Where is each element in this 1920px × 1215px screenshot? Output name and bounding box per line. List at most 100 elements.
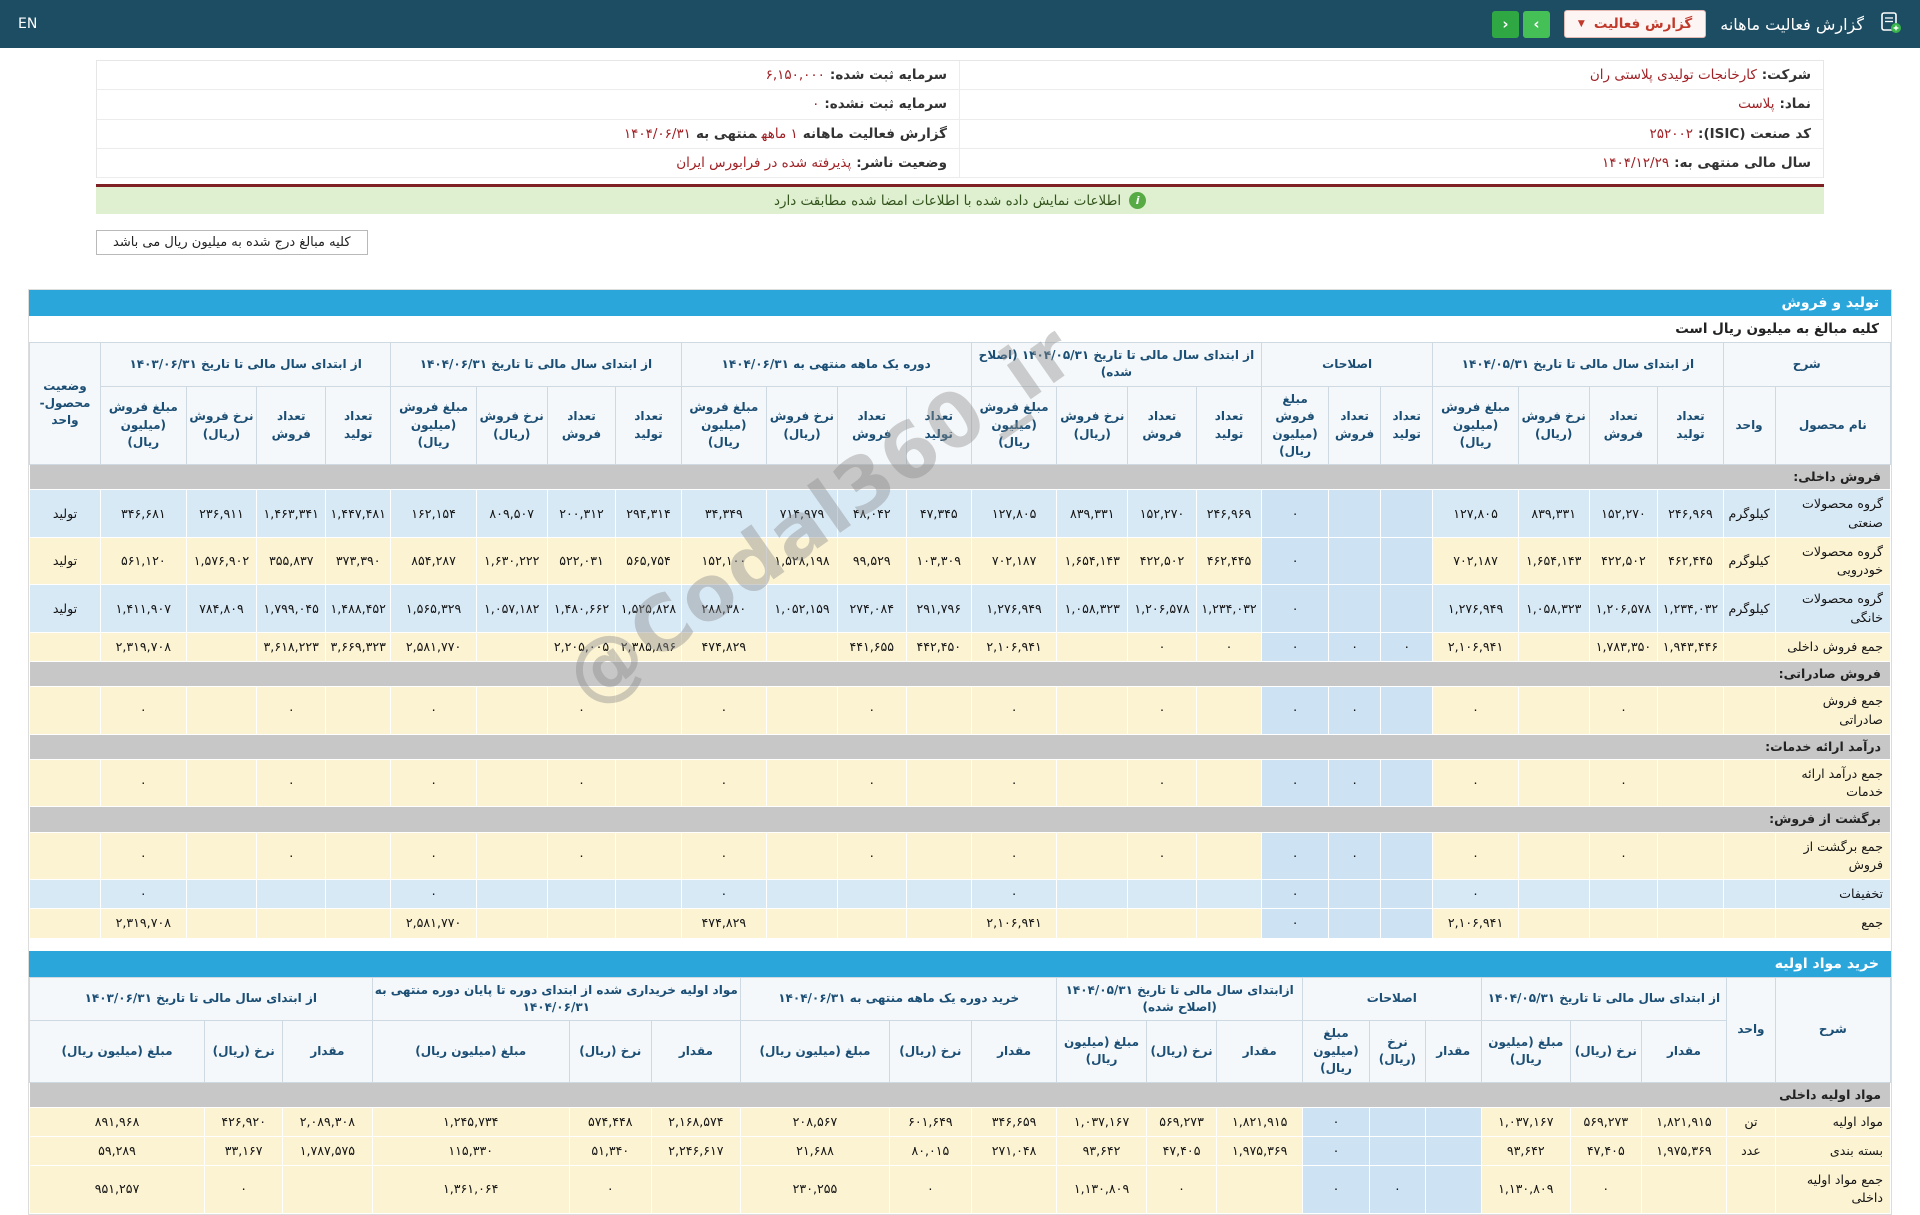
value-cell <box>1517 879 1590 910</box>
value-cell: ۱۰۳,۳۰۹ <box>905 536 972 586</box>
value-cell <box>1328 879 1382 910</box>
table-row: بسته بندی عدد ۱,۹۷۵,۳۶۹ ۴۷,۴۰۵ ۹۳,۶۴۲ ۰ ۱,۹۷۵,… <box>28 1135 1892 1167</box>
value-cell <box>256 908 327 939</box>
value-cell: ۲,۵۸۱,۷۷۰ <box>390 631 477 663</box>
value-cell: ۰ <box>1261 489 1330 538</box>
info-value: ۶,۱۵۰,۰۰۰ <box>765 67 825 83</box>
production-sales-table: شرح از ابتدای سال مالی تا تاریخ ۱۴۰۴/۰۵/۳… <box>28 341 1892 939</box>
page-title: گزارش فعالیت ماهانه <box>1720 14 1864 34</box>
info-value: پذیرفته شده در فرابورس ایران <box>676 154 852 171</box>
info-label: وضعیت ناشر: <box>856 154 947 171</box>
value-cell <box>766 879 838 910</box>
column-header: مبلغ (میلیون ریال) <box>1480 1020 1571 1083</box>
value-cell: ۰ <box>836 758 907 808</box>
unit-cell: کیلوگرم <box>1722 536 1776 586</box>
value-cell <box>1195 831 1263 881</box>
value-cell: ۰ <box>100 831 187 881</box>
raw-materials-table: شرح واحد از ابتدای سال مالی تا تاریخ ۱۴۰۴/… <box>28 976 1892 1214</box>
value-cell: ۰ <box>390 686 477 735</box>
info-cell-right: نماد:پلاست <box>960 90 1823 118</box>
value-cell <box>185 686 258 735</box>
info-value: پلاست <box>1738 96 1775 113</box>
info-label: نماد: <box>1779 96 1811 113</box>
value-cell: ۰ <box>100 758 187 808</box>
value-cell: ۰ <box>1127 758 1197 808</box>
nav-forward-button[interactable]: › <box>1522 10 1550 38</box>
value-cell: ۸۰,۰۱۵ <box>888 1135 972 1167</box>
value-cell <box>1517 686 1590 735</box>
value-cell: ۴۶۲,۴۴۵ <box>1195 536 1263 586</box>
value-cell <box>1380 879 1434 910</box>
value-cell <box>615 879 682 910</box>
nav-back-button[interactable]: ‹ <box>1491 10 1519 38</box>
value-cell <box>1056 831 1129 881</box>
row-label: تخفیفات <box>1774 879 1892 910</box>
column-header: نرخ (ریال) <box>568 1020 652 1083</box>
value-cell: ۰ <box>1432 879 1519 910</box>
section-row: مواد اولیه داخلی <box>29 1081 1891 1108</box>
table-row: تخفیفات ۰ ۰ ۰ ۰ ۰ ۰ <box>28 879 1892 910</box>
column-header: مبلغ فروش (میلیون ریال) <box>100 385 187 466</box>
info-cell-left: سرمایه ثبت نشده:۰ <box>97 90 960 119</box>
value-cell: ۴۲۶,۹۲۰ <box>204 1106 284 1137</box>
status-cell <box>28 908 102 939</box>
value-cell <box>766 831 838 881</box>
value-cell: ۰ <box>1261 686 1330 735</box>
info-value: ۰ <box>812 96 820 113</box>
value-cell: ۵۹,۲۸۹ <box>28 1135 206 1167</box>
unit-cell <box>1722 686 1776 735</box>
row-label: جمع درآمد ارائه خدمات <box>1774 758 1892 808</box>
column-header: نرخ (ریال) <box>1569 1020 1642 1083</box>
value-cell: ۰ <box>100 879 187 910</box>
info-label: سرمایه ثبت نشده: <box>824 96 947 113</box>
column-header: تعداد تولید <box>905 385 972 466</box>
table-row: جمع مواد اولیه داخلی ۰ ۱,۱۳۰,۸۰۹ ۰ ۰ ۰ ۱,۱۳۰,۸… <box>28 1165 1892 1214</box>
banner-text: اطلاعات نمایش داده شده با اطلاعات امضا ش… <box>773 192 1122 209</box>
value-cell: ۱,۴۴۷,۴۸۱ <box>325 489 392 538</box>
value-cell: ۹۳,۶۴۲ <box>1480 1135 1571 1167</box>
info-value: ۱ ماهه <box>761 125 798 142</box>
value-cell: ۰ <box>390 758 477 808</box>
value-cell: ۰ <box>680 758 768 808</box>
value-cell <box>1056 908 1129 939</box>
value-cell: ۱,۲۳۴,۰۳۲ <box>1195 584 1263 633</box>
value-cell: ۰ <box>1261 758 1330 808</box>
value-cell: ۱,۰۵۸,۳۲۳ <box>1517 584 1590 633</box>
value-cell <box>1328 489 1382 538</box>
language-toggle-en[interactable]: EN <box>18 16 37 32</box>
value-cell: ۰ <box>1302 1165 1370 1214</box>
row-label: جمع <box>1774 908 1892 939</box>
value-cell: ۱,۴۶۳,۳۴۱ <box>256 489 327 538</box>
column-header: مبلغ فروش (میلیون ریال) <box>1432 385 1519 466</box>
value-cell <box>1657 831 1724 881</box>
value-cell: ۱,۰۵۸,۳۲۳ <box>1056 584 1129 633</box>
value-cell: ۲,۵۸۱,۷۷۰ <box>390 908 477 939</box>
value-cell <box>185 831 258 881</box>
value-cell <box>615 686 682 735</box>
column-header: شرح <box>1774 976 1892 1083</box>
report-type-dropdown[interactable]: گزارش فعالیت ▼ <box>1563 10 1707 38</box>
column-header: تعداد فروش <box>836 385 907 466</box>
value-cell: ۱۵۲,۱۰۰ <box>680 536 768 586</box>
value-cell <box>1380 831 1434 881</box>
value-cell <box>325 686 392 735</box>
value-cell: ۰ <box>836 686 907 735</box>
value-cell <box>1657 908 1724 939</box>
column-header: مبلغ (میلیون ریال) <box>740 1020 890 1083</box>
column-header: نرخ فروش (ریال) <box>1517 385 1590 466</box>
row-label: جمع مواد اولیه داخلی <box>1774 1165 1892 1214</box>
value-cell: ۱,۱۳۰,۸۰۹ <box>1480 1165 1571 1214</box>
value-cell <box>1640 1165 1728 1214</box>
value-cell: ۲۰۰,۳۱۲ <box>546 489 617 538</box>
value-cell: ۰ <box>546 758 617 808</box>
value-cell: ۵۶۱,۱۲۰ <box>100 536 187 586</box>
value-cell: ۱۱۵,۳۳۰ <box>371 1135 570 1167</box>
column-header: مبلغ فروش (میلیون ریال) <box>390 385 477 466</box>
page: { "topbar": { "title": "گزارش فعالیت ماه… <box>0 0 1920 1215</box>
info-row: سال مالی منتهی به:۱۴۰۴/۱۲/۲۹ وضعیت ناشر:پ… <box>97 148 1823 178</box>
column-header: نرخ فروش (ریال) <box>766 385 838 466</box>
status-cell: تولید <box>28 536 102 586</box>
value-cell: ۷۱۴,۹۷۹ <box>766 489 838 538</box>
section-row: فروش صادراتی: <box>29 661 1891 688</box>
value-cell: ۸۰۹,۵۰۷ <box>475 489 548 538</box>
